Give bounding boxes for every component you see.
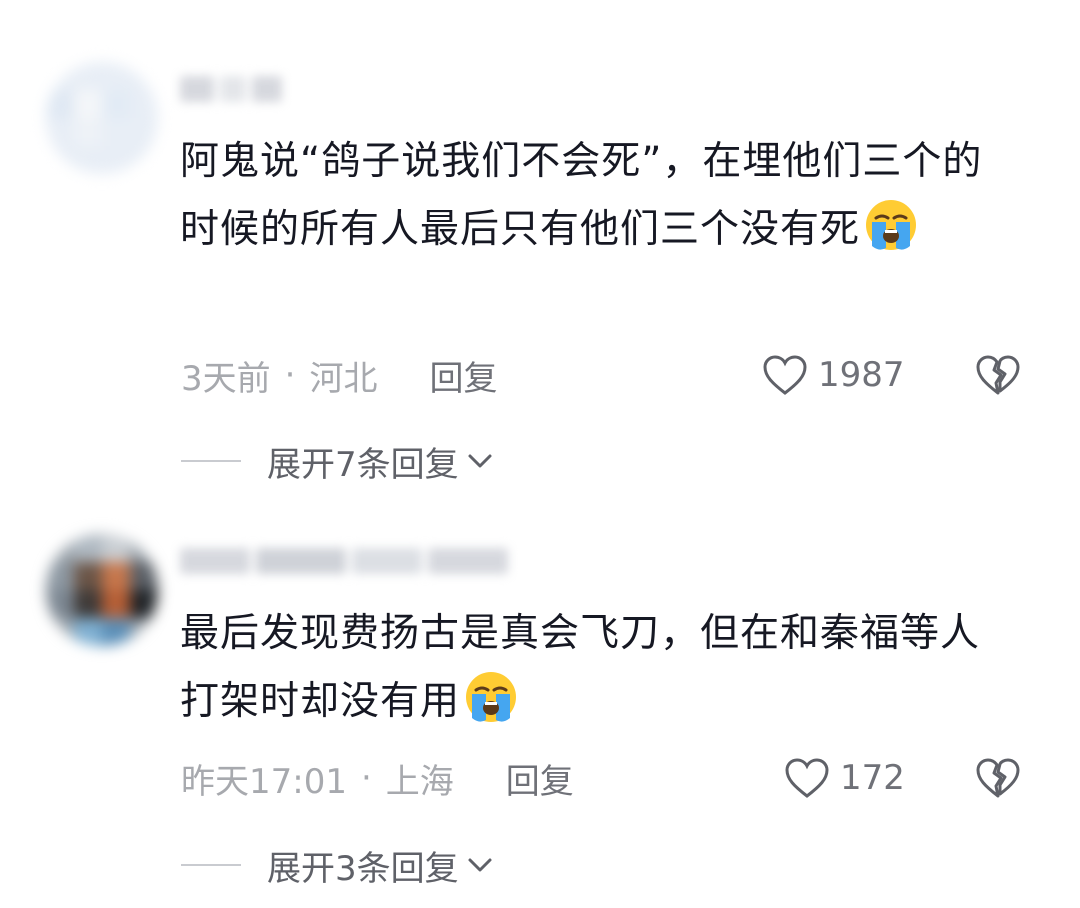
comment-location: 河北: [309, 358, 378, 399]
comment-text-content: 最后发现费扬古是真会飞刀，但在和秦福等人打架时却没有用: [180, 611, 981, 724]
meta-separator: ·: [284, 355, 296, 395]
reply-button[interactable]: 回复: [506, 754, 574, 803]
broken-heart-icon[interactable]: [974, 754, 1022, 802]
username[interactable]: [180, 544, 508, 578]
comment-text: 阿鬼说“鸽子说我们不会死”，在埋他们三个的时候的所有人最后只有他们三个没有死: [180, 128, 1000, 264]
comment-meta: 3天前 · 河北 回复: [181, 350, 497, 400]
comment-meta: 昨天17:01 · 上海 回复: [181, 753, 574, 803]
expand-replies-button[interactable]: 展开3条回复: [181, 840, 493, 890]
like-count: 1987: [818, 355, 905, 395]
expand-replies-button[interactable]: 展开7条回复: [181, 436, 493, 486]
chevron-down-icon: [468, 454, 492, 468]
reply-button[interactable]: 回复: [429, 351, 497, 400]
chevron-down-icon: [468, 858, 492, 872]
like-button[interactable]: 172: [784, 753, 905, 803]
comment-item: 最后发现费扬古是真会飞刀，但在和秦福等人打架时却没有用 昨天17:01 · 上海…: [0, 500, 1080, 908]
expand-replies-label: 展开7条回复: [267, 444, 459, 485]
comment-time: 昨天17:01: [181, 761, 347, 802]
broken-heart-icon[interactable]: [974, 351, 1022, 399]
heart-outline-icon: [785, 758, 829, 798]
loudly-crying-face-emoji: [866, 200, 917, 250]
like-button[interactable]: 1987: [762, 350, 905, 400]
divider-line: [181, 460, 241, 462]
username[interactable]: [180, 72, 282, 106]
meta-separator: ·: [360, 758, 372, 798]
like-count: 172: [840, 758, 905, 798]
comment-time: 3天前: [181, 358, 271, 399]
comment-text-content: 阿鬼说“鸽子说我们不会死”，在埋他们三个的时候的所有人最后只有他们三个没有死: [180, 139, 983, 252]
avatar[interactable]: [46, 62, 158, 174]
divider-line: [181, 864, 241, 866]
loudly-crying-face-emoji: [466, 672, 517, 722]
comment-item: 阿鬼说“鸽子说我们不会死”，在埋他们三个的时候的所有人最后只有他们三个没有死 3…: [0, 0, 1080, 500]
expand-replies-label: 展开3条回复: [267, 848, 459, 889]
comment-text: 最后发现费扬古是真会飞刀，但在和秦福等人打架时却没有用: [180, 600, 1000, 736]
comment-location: 上海: [385, 761, 454, 802]
heart-outline-icon: [763, 355, 807, 395]
avatar[interactable]: [46, 534, 158, 646]
